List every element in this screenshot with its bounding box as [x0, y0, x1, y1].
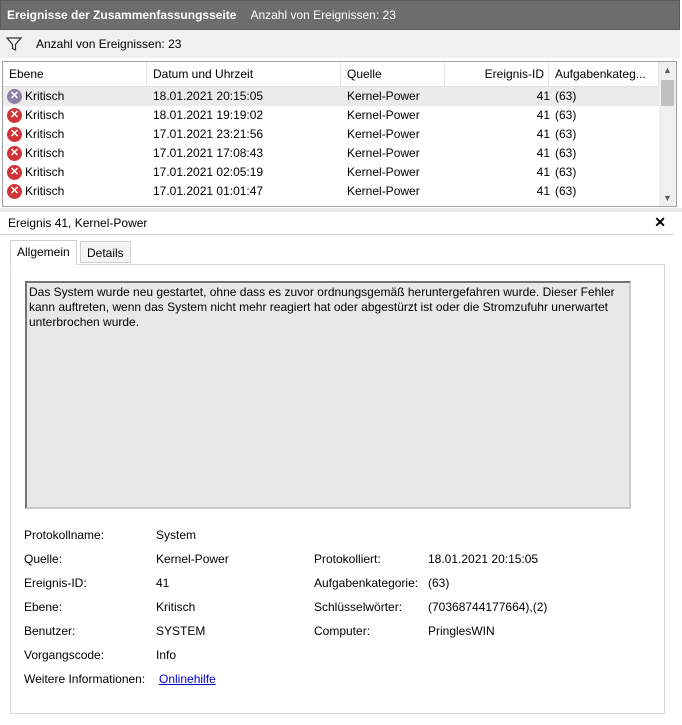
cell-level: Kritisch	[25, 127, 65, 141]
ereignis-id-value: 41	[156, 576, 170, 590]
events-table: Ebene Datum und Uhrzeit Quelle Ereignis-…	[2, 61, 677, 207]
cell-datetime: 17.01.2021 01:01:47	[153, 184, 264, 198]
cell-category: (63)	[555, 146, 577, 160]
cell-category: (63)	[555, 184, 577, 198]
protokolliert-label: Protokolliert:	[314, 552, 381, 566]
filter-count: Anzahl von Ereignissen: 23	[36, 37, 182, 51]
schluesselwoerter-value: (70368744177664),(2)	[428, 600, 548, 614]
cell-category: (63)	[555, 108, 577, 122]
cell-source: Kernel-Power	[347, 108, 420, 122]
error-icon: ✕	[7, 165, 22, 180]
scrollbar-thumb[interactable]	[661, 80, 674, 106]
table-row[interactable]: ✕ Kritisch 17.01.2021 02:05:19 Kernel-Power…	[3, 163, 676, 182]
cell-category: (63)	[555, 127, 577, 141]
event-description[interactable]: Das System wurde neu gestartet, ohne das…	[25, 281, 631, 509]
ereignis-id-label: Ereignis-ID:	[24, 576, 87, 590]
scroll-down-icon[interactable]: ▼	[659, 190, 676, 206]
tab-details[interactable]: Details	[80, 241, 131, 263]
error-icon: ✕	[7, 89, 22, 104]
cell-datetime: 17.01.2021 17:08:43	[153, 146, 264, 160]
benutzer-label: Benutzer:	[24, 624, 76, 638]
ebene-value: Kritisch	[156, 600, 196, 614]
cell-event-id: 41	[536, 127, 550, 141]
vorgangscode-value: Info	[156, 648, 177, 662]
column-ereignis-id[interactable]: Ereignis-ID	[445, 62, 549, 86]
cell-datetime: 17.01.2021 23:21:56	[153, 127, 264, 141]
cell-source: Kernel-Power	[347, 184, 420, 198]
table-header: Ebene Datum und Uhrzeit Quelle Ereignis-…	[3, 62, 676, 87]
cell-event-id: 41	[536, 165, 550, 179]
error-icon: ✕	[7, 127, 22, 142]
benutzer-value: SYSTEM	[156, 624, 206, 638]
column-datum[interactable]: Datum und Uhrzeit	[147, 62, 341, 86]
column-quelle[interactable]: Quelle	[341, 62, 445, 86]
cell-level: Kritisch	[25, 165, 65, 179]
vorgangscode-label: Vorgangscode:	[24, 648, 105, 662]
protokollname-value: System	[156, 528, 197, 542]
table-scrollbar[interactable]: ▲ ▼	[659, 62, 676, 206]
computer-value: PringlesWIN	[428, 624, 495, 638]
table-body: ✕ Kritisch 18.01.2021 20:15:05 Kernel-Power…	[3, 87, 676, 201]
cell-source: Kernel-Power	[347, 89, 420, 103]
cell-level: Kritisch	[25, 146, 65, 160]
cell-datetime: 17.01.2021 02:05:19	[153, 165, 264, 179]
summary-title: Ereignisse der Zusammenfassungsseite	[7, 8, 237, 22]
cell-source: Kernel-Power	[347, 127, 420, 141]
filter-icon[interactable]	[6, 36, 22, 52]
cell-event-id: 41	[536, 184, 550, 198]
event-title: Ereignis 41, Kernel-Power	[8, 216, 148, 230]
error-icon: ✕	[7, 108, 22, 123]
cell-level: Kritisch	[25, 89, 65, 103]
error-icon: ✕	[7, 146, 22, 161]
cell-category: (63)	[555, 165, 577, 179]
cell-event-id: 41	[536, 89, 550, 103]
column-aufgabenkategorie[interactable]: Aufgabenkateg...	[549, 62, 659, 86]
cell-datetime: 18.01.2021 20:15:05	[153, 89, 264, 103]
aufgabenkategorie-value: (63)	[428, 576, 450, 590]
cell-category: (63)	[555, 89, 577, 103]
cell-event-id: 41	[536, 146, 550, 160]
cell-event-id: 41	[536, 108, 550, 122]
event-header: Ereignis 41, Kernel-Power ✕	[0, 212, 674, 235]
summary-header: Ereignisse der Zusammenfassungsseite Anz…	[0, 0, 680, 30]
weitere-informationen-label: Weitere Informationen:	[24, 672, 146, 686]
tab-allgemein[interactable]: Allgemein	[10, 240, 77, 265]
quelle-value: Kernel-Power	[156, 552, 229, 566]
protokolliert-value: 18.01.2021 20:15:05	[428, 552, 539, 566]
ebene-label: Ebene:	[24, 600, 63, 614]
aufgabenkategorie-label: Aufgabenkategorie:	[314, 576, 419, 590]
scroll-up-icon[interactable]: ▲	[659, 62, 676, 78]
computer-label: Computer:	[314, 624, 371, 638]
general-panel: Das System wurde neu gestartet, ohne das…	[10, 264, 665, 714]
column-ebene[interactable]: Ebene	[3, 62, 147, 86]
schluesselwoerter-label: Schlüsselwörter:	[314, 600, 403, 614]
protokollname-label: Protokollname:	[24, 528, 105, 542]
table-row[interactable]: ✕ Kritisch 17.01.2021 01:01:47 Kernel-Power…	[3, 182, 676, 201]
quelle-label: Quelle:	[24, 552, 63, 566]
table-row[interactable]: ✕ Kritisch 17.01.2021 17:08:43 Kernel-Power…	[3, 144, 676, 163]
filter-bar: Anzahl von Ereignissen: 23	[0, 30, 680, 58]
onlinehilfe-link[interactable]: Onlinehilfe	[159, 672, 216, 686]
close-icon[interactable]: ✕	[654, 214, 666, 231]
table-row[interactable]: ✕ Kritisch 18.01.2021 20:15:05 Kernel-Power…	[3, 87, 676, 106]
cell-source: Kernel-Power	[347, 146, 420, 160]
cell-level: Kritisch	[25, 184, 65, 198]
cell-level: Kritisch	[25, 108, 65, 122]
error-icon: ✕	[7, 184, 22, 199]
summary-count: Anzahl von Ereignissen: 23	[250, 8, 396, 22]
cell-source: Kernel-Power	[347, 165, 420, 179]
table-row[interactable]: ✕ Kritisch 18.01.2021 19:19:02 Kernel-Power…	[3, 106, 676, 125]
cell-datetime: 18.01.2021 19:19:02	[153, 108, 264, 122]
table-row[interactable]: ✕ Kritisch 17.01.2021 23:21:56 Kernel-Power…	[3, 125, 676, 144]
